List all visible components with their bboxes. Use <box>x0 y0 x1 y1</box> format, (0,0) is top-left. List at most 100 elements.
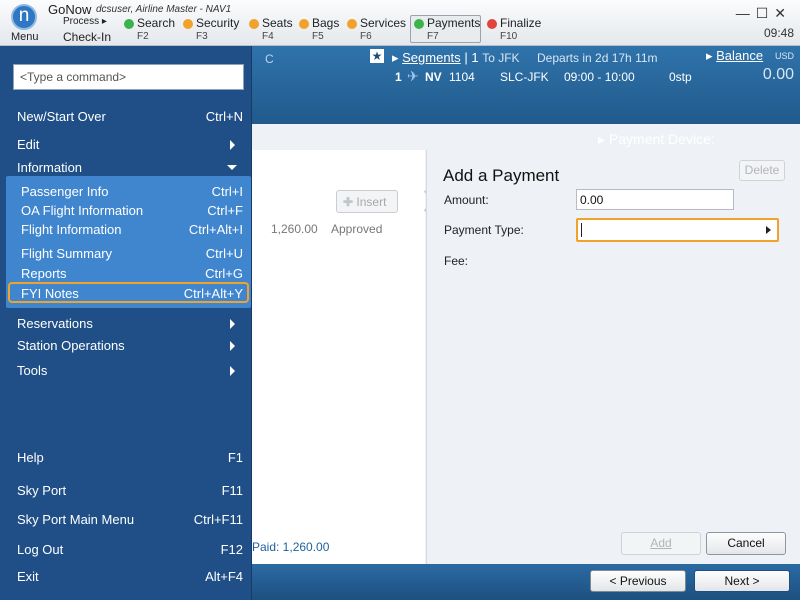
menu-item-log-out[interactable]: Log Out F12 <box>17 542 243 557</box>
balance-label: Balance <box>716 48 764 63</box>
menu-item-sky-port[interactable]: Sky Port F11 <box>17 483 243 498</box>
status-dot-icon <box>183 19 193 29</box>
close-icon[interactable]: ✕ <box>774 5 792 21</box>
app-menu-panel: New/Start Over Ctrl+N Edit Information P… <box>0 46 252 600</box>
cancel-button[interactable]: Cancel <box>706 532 786 555</box>
app-logo-icon[interactable]: n <box>11 4 37 30</box>
flight-carrier: NV <box>425 70 442 84</box>
submenu-item-fyi-notes[interactable]: FYI Notes Ctrl+Alt+Y <box>21 286 243 301</box>
menu-item-information[interactable]: Information <box>17 160 243 175</box>
menu-item-label: Reservations <box>17 316 93 331</box>
payment-row-status[interactable]: Approved <box>331 222 382 236</box>
step-services[interactable]: Services F6 <box>347 15 407 43</box>
menu-item-shortcut: Ctrl+F11 <box>193 512 243 527</box>
triangle-right-icon <box>766 226 771 234</box>
menu-item-label: Information <box>17 160 83 175</box>
star-icon[interactable]: ★ <box>370 49 384 63</box>
payment-type-select[interactable] <box>576 218 779 242</box>
menu-item-label: Edit <box>17 137 40 152</box>
segments-header[interactable]: ▸ Segments | 1 To JFK <box>392 50 520 66</box>
maximize-icon[interactable]: ☐ <box>756 5 775 21</box>
menu-item-label: New/Start Over <box>17 109 106 124</box>
menu-item-shortcut: F12 <box>220 542 243 557</box>
step-finalize[interactable]: Finalize F10 <box>487 15 543 43</box>
flight-route: SLC-JFK <box>500 70 549 84</box>
submenu-item-shortcut: Ctrl+U <box>205 246 243 261</box>
menu-item-label: Help <box>17 450 44 465</box>
menu-label[interactable]: Menu <box>11 31 39 43</box>
departure-countdown: Departs in 2d 17h 11m <box>537 51 658 65</box>
insert-button[interactable]: ✚ Insert <box>336 190 398 213</box>
add-label: Add <box>650 536 672 550</box>
currency-label: USD <box>774 51 794 61</box>
menu-item-sky-port-main-menu[interactable]: Sky Port Main Menu Ctrl+F11 <box>17 512 243 527</box>
submenu-item-label: Passenger Info <box>21 184 109 199</box>
step-security[interactable]: Security F3 <box>183 15 243 43</box>
step-label: Security <box>196 16 240 30</box>
payment-type-label: Payment Type: <box>444 223 524 237</box>
submenu-item-flight-information[interactable]: Flight Information Ctrl+Alt+I <box>21 222 243 237</box>
menu-item-label: Sky Port Main Menu <box>17 512 135 527</box>
segments-count: 1 <box>471 50 479 65</box>
triangle-down-icon <box>227 165 237 170</box>
add-button[interactable]: Add <box>621 532 701 555</box>
submenu-item-flight-summary[interactable]: Flight Summary Ctrl+U <box>21 246 243 261</box>
menu-item-edit[interactable]: Edit <box>17 137 243 152</box>
next-button[interactable]: Next > <box>694 570 790 592</box>
step-payments[interactable]: Payments F7 <box>410 15 481 43</box>
menu-item-label: Tools <box>17 363 48 378</box>
title-bar: n Menu GoNow dcsuser, Airline Master - N… <box>0 0 800 46</box>
step-label: Bags <box>312 16 340 30</box>
menu-item-help[interactable]: Help F1 <box>17 450 243 465</box>
submenu-item-passenger-info[interactable]: Passenger Info Ctrl+I <box>21 184 243 199</box>
status-dot-icon <box>299 19 309 29</box>
submenu-item-reports[interactable]: Reports Ctrl+G <box>21 266 243 281</box>
command-input[interactable] <box>13 64 244 90</box>
delete-button[interactable]: Delete <box>739 160 785 181</box>
step-label: Seats <box>262 16 293 30</box>
status-dot-icon <box>249 19 259 29</box>
payment-device-label: Payment Device: <box>608 131 715 147</box>
balance-header[interactable]: ▸ Balance <box>706 48 763 64</box>
process-label[interactable]: Process ▸ <box>63 16 107 27</box>
pnr-header: C ★ ▸ Segments | 1 To JFK Departs in 2d … <box>252 46 800 147</box>
minimize-icon[interactable]: — <box>736 5 756 21</box>
step-label: Payments <box>427 16 481 30</box>
process-text: Process <box>63 16 100 27</box>
menu-item-reservations[interactable]: Reservations <box>17 316 243 331</box>
submenu-item-shortcut: Ctrl+I <box>211 184 243 199</box>
step-seats[interactable]: Seats F4 <box>249 15 293 43</box>
plane-icon: ✈ <box>407 68 419 84</box>
step-bags[interactable]: Bags F5 <box>299 15 341 43</box>
step-search[interactable]: Search F2 <box>124 15 176 43</box>
submenu-item-label: Reports <box>21 266 67 281</box>
submenu-item-shortcut: Ctrl+G <box>205 266 243 281</box>
add-payment-title: Add a Payment <box>443 166 560 185</box>
status-dot-icon <box>124 19 134 29</box>
menu-item-exit[interactable]: Exit Alt+F4 <box>17 569 243 584</box>
menu-item-station-operations[interactable]: Station Operations <box>17 338 243 353</box>
menu-item-tools[interactable]: Tools <box>17 363 243 378</box>
step-label: Search <box>137 16 176 30</box>
submenu-item-shortcut: Ctrl+F <box>207 203 243 218</box>
payment-device-header[interactable]: ▸ Payment Device: <box>598 131 715 148</box>
step-key: F3 <box>196 31 208 42</box>
triangle-right-icon <box>230 366 235 376</box>
step-key: F4 <box>262 31 274 42</box>
step-label: Services <box>360 16 407 30</box>
payment-row-amount[interactable]: 1,260.00 <box>271 222 318 236</box>
step-key: F10 <box>500 31 518 42</box>
segment-destination: To JFK <box>482 51 520 65</box>
submenu-item-label: Flight Information <box>21 222 122 237</box>
flight-times: 09:00 - 10:00 <box>564 70 635 84</box>
submenu-item-oa-flight-information[interactable]: OA Flight Information Ctrl+F <box>21 203 243 218</box>
previous-button[interactable]: < Previous <box>590 570 686 592</box>
triangle-right-icon <box>230 341 235 351</box>
triangle-right-icon <box>230 140 235 150</box>
insert-label: Insert <box>356 195 387 209</box>
amount-input[interactable] <box>576 189 734 210</box>
segments-label: Segments <box>402 50 461 65</box>
step-label: Finalize <box>500 16 542 30</box>
menu-item-new-start-over[interactable]: New/Start Over Ctrl+N <box>17 109 243 124</box>
triangle-right-icon <box>230 319 235 329</box>
